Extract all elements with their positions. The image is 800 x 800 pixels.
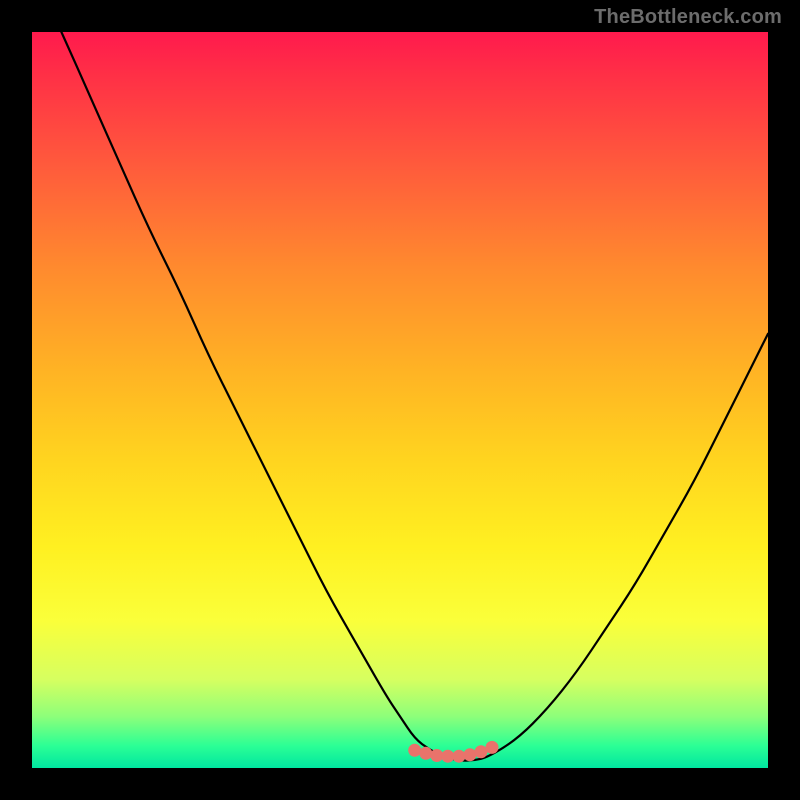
optimal-dot <box>408 744 421 757</box>
chart-svg <box>32 32 768 768</box>
plot-area <box>32 32 768 768</box>
optimal-dot <box>452 750 465 763</box>
optimal-dot <box>486 741 499 754</box>
optimal-dot <box>419 747 432 760</box>
bottleneck-curve <box>61 32 768 761</box>
optimal-dot <box>441 750 454 763</box>
optimal-dot <box>463 748 476 761</box>
chart-frame: TheBottleneck.com <box>0 0 800 800</box>
watermark-text: TheBottleneck.com <box>594 6 782 29</box>
